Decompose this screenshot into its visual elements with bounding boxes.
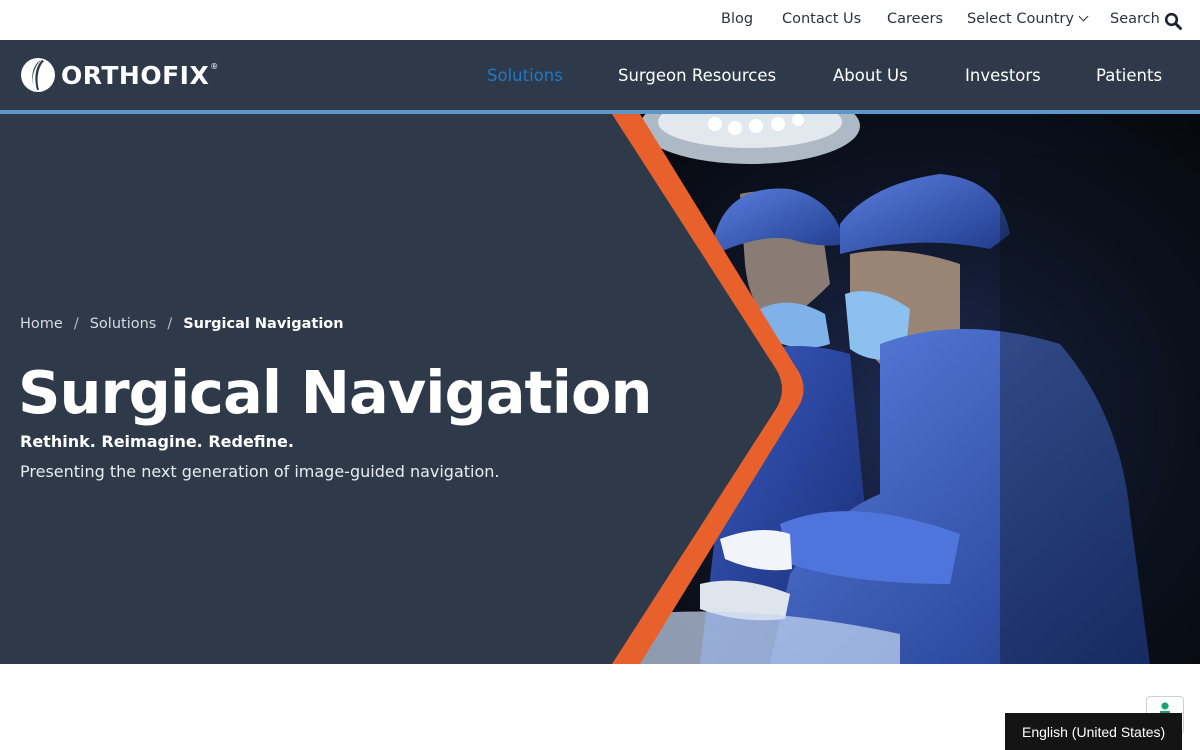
page-title: Surgical Navigation [18,358,652,427]
hero-description: Presenting the next generation of image-… [20,462,500,481]
blog-link[interactable]: Blog [721,11,753,27]
nav-item-investors[interactable]: Investors [965,66,1041,85]
brand-name: ORTHOFIX [61,60,210,90]
orthofix-logo-icon [21,58,55,92]
careers-link[interactable]: Careers [887,11,943,27]
select-country-label: Select Country [967,11,1074,27]
nav-item-about-us[interactable]: About Us [833,66,908,85]
main-navigation: ORTHOFIX ® Solutions Surgeon Resources A… [0,40,1200,110]
language-selector[interactable]: English (United States) [1005,713,1182,750]
hero-tagline: Rethink. Reimagine. Redefine. [20,432,294,451]
nav-item-surgeon-resources[interactable]: Surgeon Resources [618,66,776,85]
breadcrumb-home[interactable]: Home [20,316,63,332]
select-country-dropdown[interactable]: Select Country [967,11,1089,27]
chevron-down-icon [1078,11,1089,22]
breadcrumb-separator: / [73,316,79,332]
breadcrumb-solutions[interactable]: Solutions [90,316,157,332]
hero-section: Home / Solutions / Surgical Navigation Surgi… [0,114,1200,664]
contact-us-link[interactable]: Contact Us [782,11,861,27]
utility-bar: Blog Contact Us Careers Select Country S… [0,0,1200,40]
orthofix-logo[interactable]: ORTHOFIX ® [20,56,218,94]
breadcrumb: Home / Solutions / Surgical Navigation [20,316,344,332]
nav-item-patients[interactable]: Patients [1096,66,1162,85]
breadcrumb-current: Surgical Navigation [183,316,344,332]
search-link[interactable]: Search [1110,11,1160,27]
registered-mark: ® [210,61,219,71]
search-icon[interactable] [1164,12,1182,30]
nav-item-solutions[interactable]: Solutions [487,66,563,85]
breadcrumb-separator: / [167,316,173,332]
